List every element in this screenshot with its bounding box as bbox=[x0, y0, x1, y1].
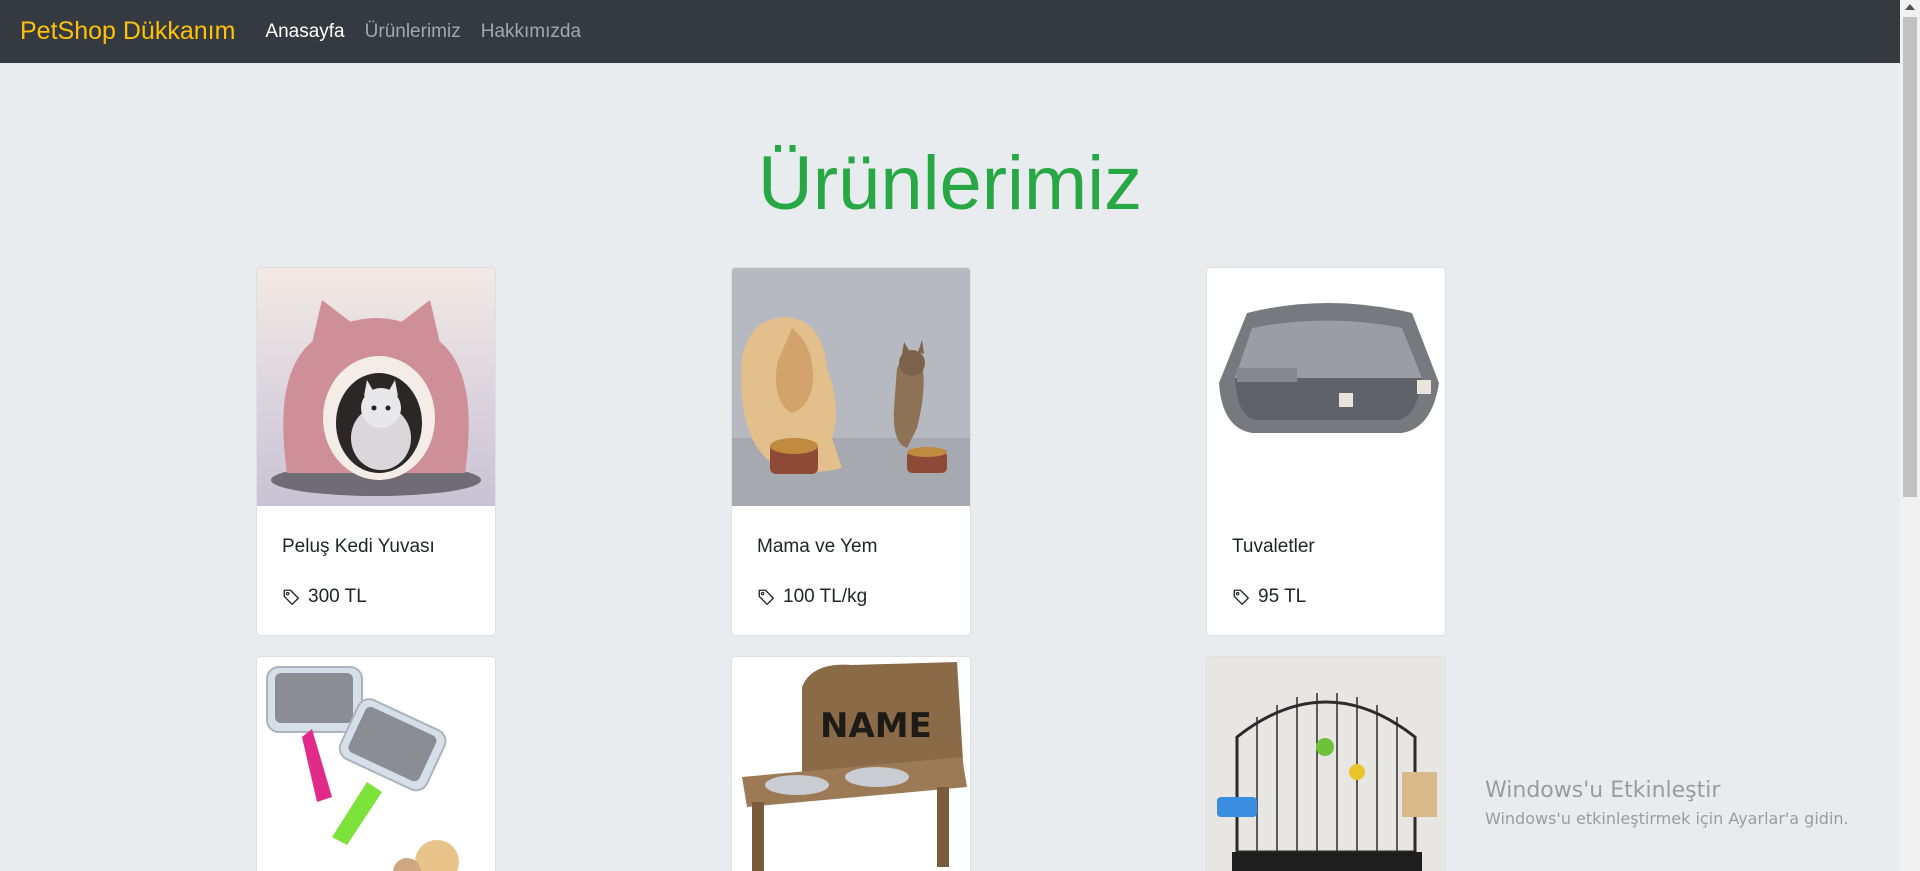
wooden-pet-bowl-stand-image[interactable]: NAME bbox=[732, 657, 970, 871]
product-title: Tuvaletler bbox=[1232, 536, 1315, 557]
tag-icon bbox=[758, 589, 774, 605]
scroll-up-arrow-icon[interactable] bbox=[1905, 4, 1915, 10]
product-card[interactable]: Mama ve Yem 100 TL/kg bbox=[731, 267, 971, 636]
tag-icon bbox=[1233, 589, 1249, 605]
windows-activation-watermark: Windows'u Etkinleştir Windows'u etkinleş… bbox=[1485, 778, 1849, 828]
bowl-stand-name-text: NAME bbox=[820, 706, 932, 746]
nav-link-urunlerimiz[interactable]: Ürünlerimiz bbox=[365, 21, 461, 43]
pet-grooming-brushes-image[interactable] bbox=[257, 657, 495, 871]
bird-cage-image[interactable] bbox=[1207, 657, 1445, 871]
product-title: Mama ve Yem bbox=[757, 536, 878, 557]
product-card[interactable]: NAME bbox=[731, 656, 971, 871]
page-title: Ürünlerimiz bbox=[757, 141, 1143, 226]
nav-link-hakkimizda[interactable]: Hakkımızda bbox=[481, 21, 581, 43]
brand-link[interactable]: PetShop Dükkanım bbox=[20, 17, 235, 46]
nav-link-anasayfa[interactable]: Anasayfa bbox=[265, 21, 344, 43]
product-price: 95 TL bbox=[1232, 586, 1420, 608]
top-navbar: PetShop Dükkanım Anasayfa Ürünlerimiz Ha… bbox=[0, 0, 1900, 63]
grey-litter-box-image[interactable] bbox=[1207, 268, 1445, 506]
dog-and-cat-eating-image[interactable] bbox=[732, 268, 970, 506]
product-price-value: 100 TL/kg bbox=[783, 586, 868, 607]
tag-icon bbox=[283, 589, 299, 605]
product-card[interactable] bbox=[256, 656, 496, 871]
product-price-value: 300 TL bbox=[308, 586, 367, 607]
product-card[interactable] bbox=[1206, 656, 1446, 871]
vertical-scrollbar[interactable] bbox=[1900, 0, 1920, 871]
product-card[interactable]: Peluş Kedi Yuvası 300 TL bbox=[256, 267, 496, 636]
product-price: 300 TL bbox=[282, 586, 470, 608]
scrollbar-thumb[interactable] bbox=[1903, 17, 1917, 497]
watermark-line-1: Windows'u Etkinleştir bbox=[1485, 778, 1721, 803]
product-title: Peluş Kedi Yuvası bbox=[282, 536, 435, 557]
watermark-line-2: Windows'u etkinleştirmek için Ayarlar'a … bbox=[1485, 809, 1849, 828]
product-price: 100 TL/kg bbox=[757, 586, 945, 608]
product-price-value: 95 TL bbox=[1258, 586, 1307, 607]
product-card[interactable]: Tuvaletler 95 TL bbox=[1206, 267, 1446, 636]
pink-cat-bed-image[interactable] bbox=[257, 268, 495, 506]
